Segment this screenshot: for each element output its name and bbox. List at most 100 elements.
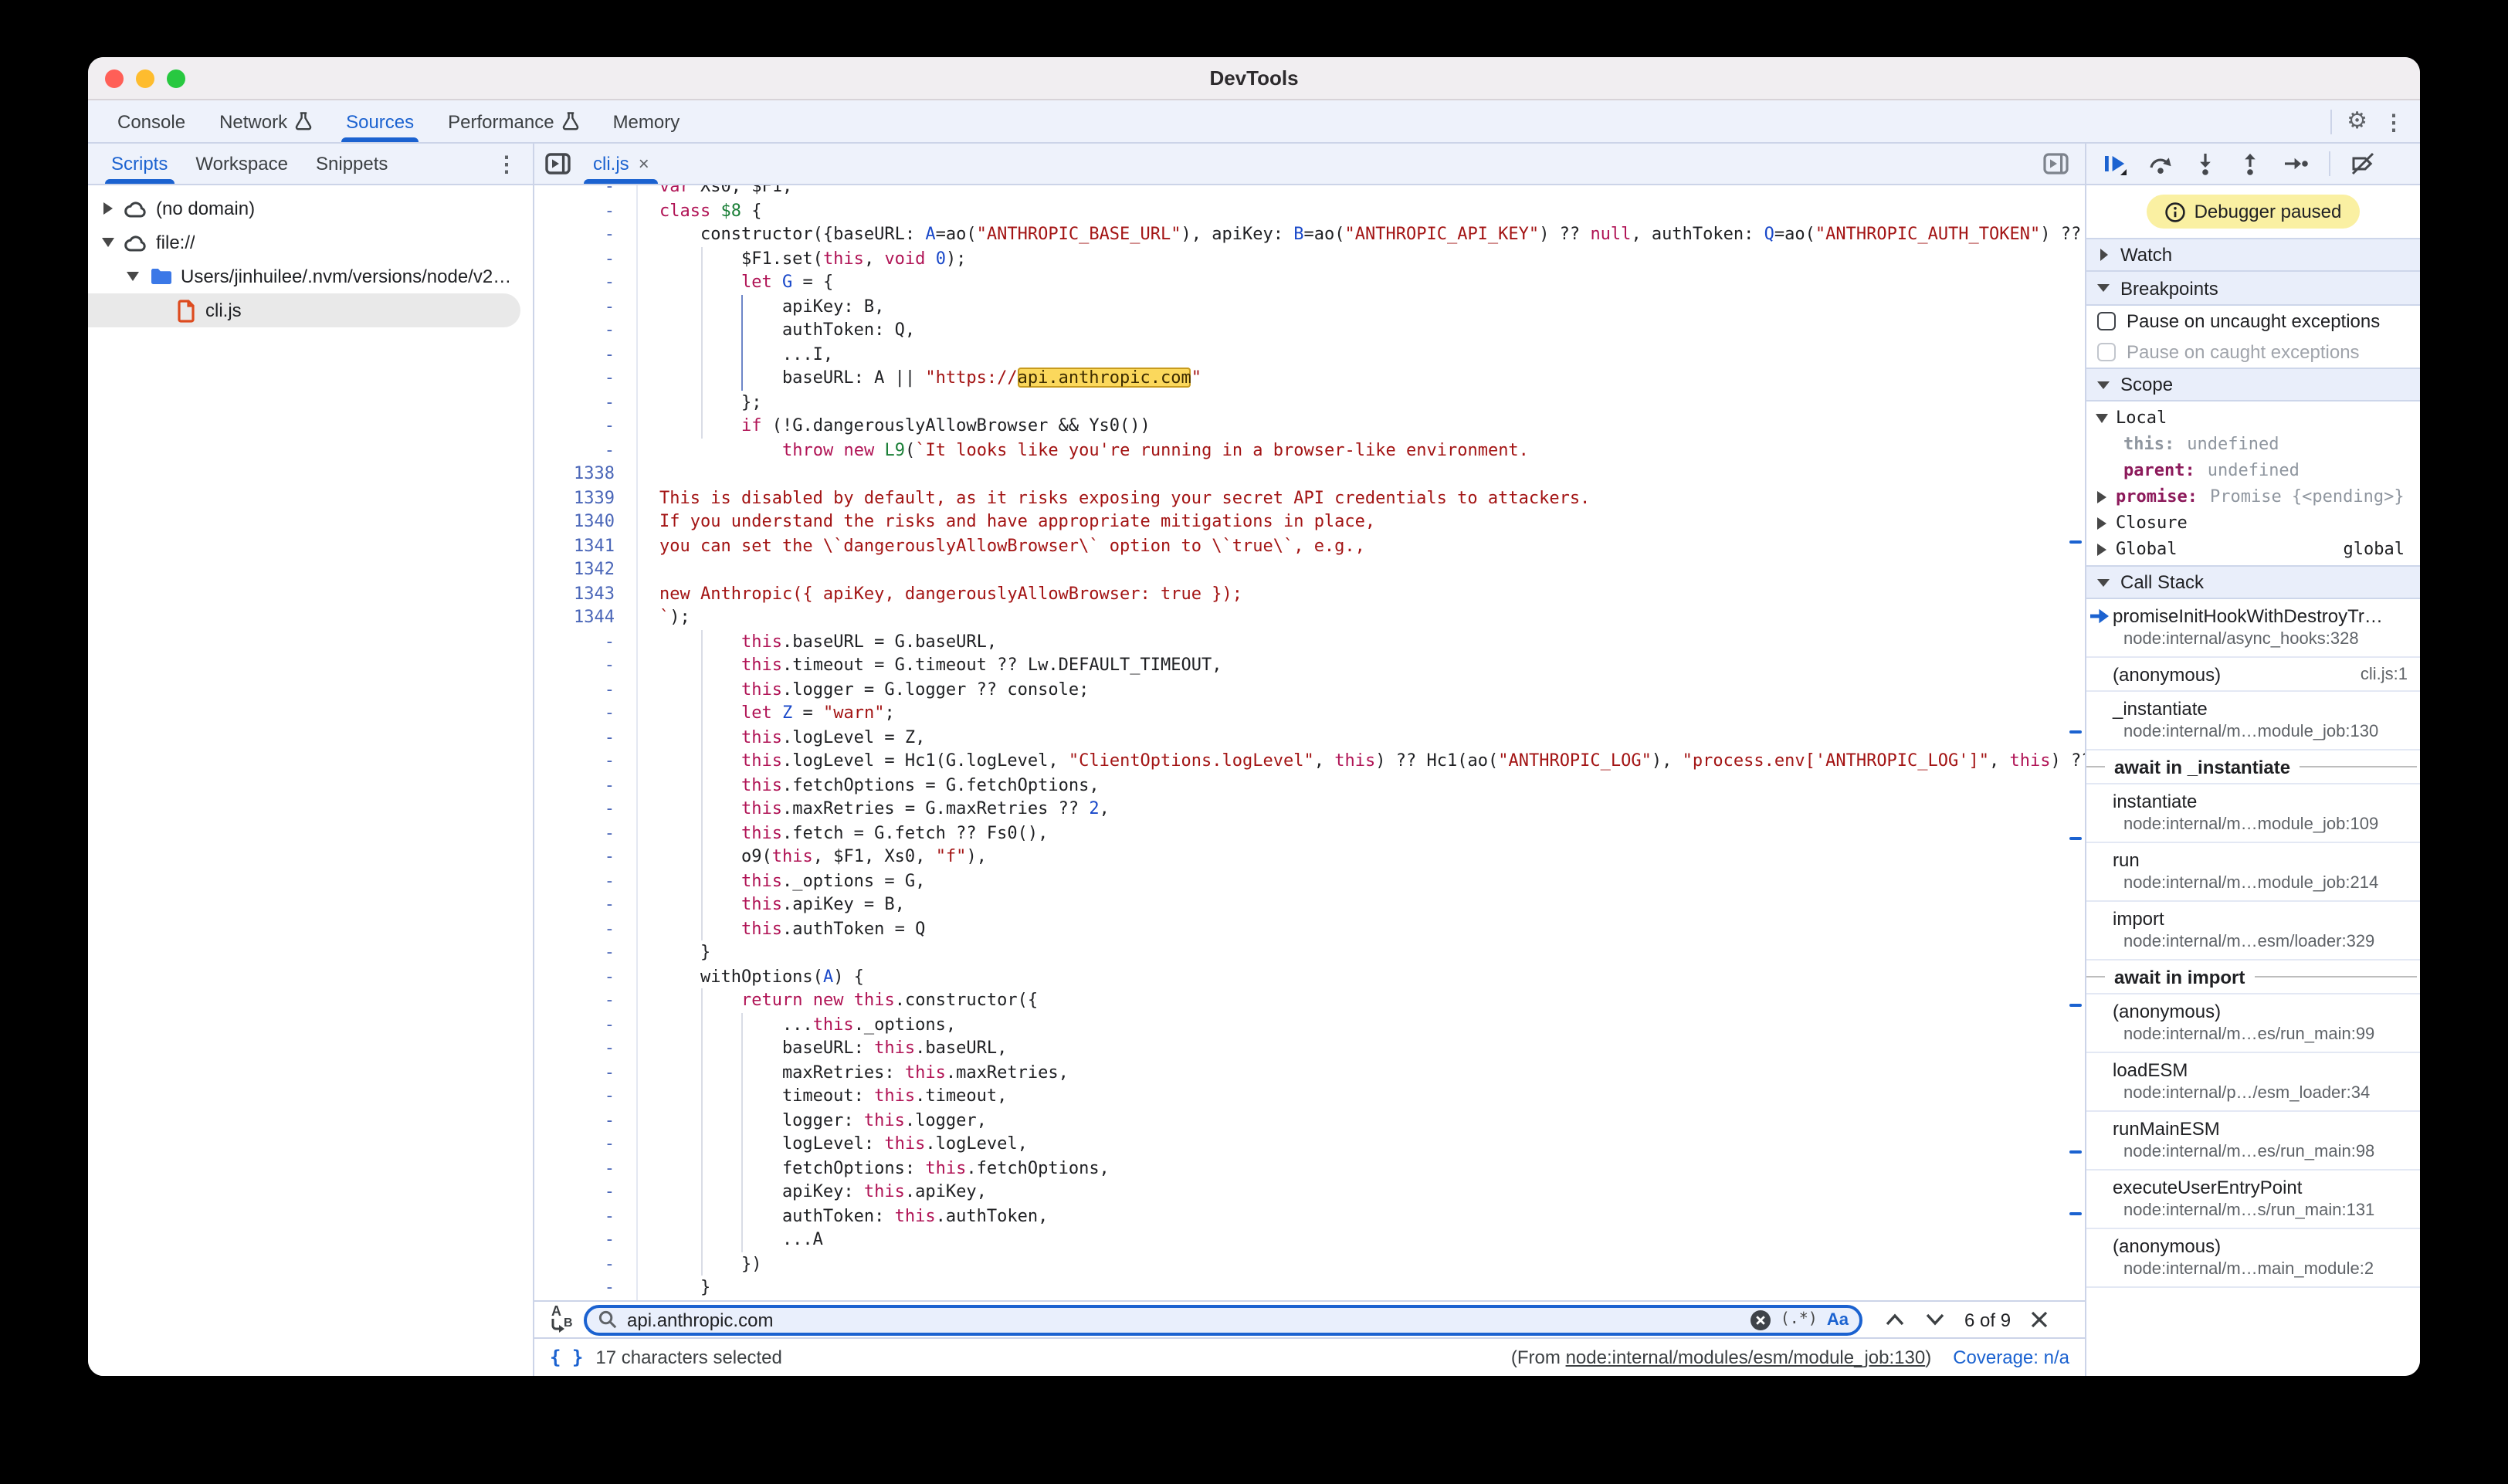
line-number[interactable]: - [534,201,636,221]
code-line[interactable]: - let Z = "warn"; [534,701,2085,725]
code-line[interactable]: - this.apiKey = B, [534,893,2085,916]
step-over-icon[interactable] [2148,151,2173,176]
call-stack-section-header[interactable]: Call Stack [2086,565,2420,599]
line-number[interactable]: 1338 [534,464,636,484]
line-number[interactable]: - [534,416,636,436]
code-line[interactable]: - this._options = G, [534,869,2085,893]
line-number[interactable]: - [534,1086,636,1106]
line-number[interactable]: - [534,679,636,700]
tree-item-users-jinhuilee-nvm-versions-node-v2-[interactable]: Users/jinhuilee/.nvm/versions/node/v2… [88,259,533,293]
line-number[interactable]: 1342 [534,560,636,580]
code-line[interactable]: -var Xs0, $F1; [534,185,2085,198]
code-line[interactable]: - maxRetries: this.maxRetries, [534,1060,2085,1084]
code-line[interactable]: 1339This is disabled by default, as it r… [534,486,2085,510]
step-out-icon[interactable] [2238,151,2262,176]
navigator-tab-scripts[interactable]: Scripts [97,144,181,184]
close-tab-icon[interactable]: × [639,153,649,174]
line-number[interactable]: - [534,656,636,676]
code-line[interactable]: 1338 [534,462,2085,486]
close-find-bar-icon[interactable] [2029,1310,2049,1330]
line-number[interactable]: - [534,1062,636,1083]
line-number[interactable]: - [534,943,636,963]
line-number[interactable]: - [534,368,636,388]
call-stack-frame[interactable]: (anonymous)node:internal/m…main_module:2 [2086,1229,2420,1288]
code-line[interactable]: - }; [534,390,2085,414]
call-stack-frame[interactable]: instantiatenode:internal/m…module_job:10… [2086,784,2420,843]
line-number[interactable]: - [534,225,636,245]
line-number[interactable]: - [534,871,636,891]
line-number[interactable]: - [534,320,636,341]
code-line[interactable]: - apiKey: this.apiKey, [534,1180,2085,1204]
code-line[interactable]: - timeout: this.timeout, [534,1084,2085,1108]
code-line[interactable]: - apiKey: B, [534,294,2085,318]
line-number[interactable]: - [534,703,636,723]
line-number[interactable]: - [534,249,636,269]
line-number[interactable]: - [534,273,636,293]
code-line[interactable]: - } [534,940,2085,964]
code-line[interactable]: 1340If you understand the risks and have… [534,510,2085,534]
call-stack-frame[interactable]: _instantiatenode:internal/m…module_job:1… [2086,692,2420,750]
scope-row[interactable]: Local [2086,405,2420,431]
code-line[interactable]: - throw new L9(`It looks like you're run… [534,438,2085,462]
line-number[interactable]: - [534,799,636,819]
pretty-print-icon[interactable]: { } [550,1347,583,1368]
search-input[interactable] [627,1309,1740,1330]
line-number[interactable]: - [534,1038,636,1059]
code-line[interactable]: 1341you can set the \`dangerouslyAllowBr… [534,534,2085,557]
call-stack-frame[interactable]: (anonymous)node:internal/m…es/run_main:9… [2086,994,2420,1053]
line-number[interactable]: - [534,1254,636,1274]
code-line[interactable]: - this.logger = G.logger ?? console; [534,677,2085,701]
code-line[interactable]: 1344`); [534,605,2085,629]
code-line[interactable]: - if (!G.dangerouslyAllowBrowser && Ys0(… [534,414,2085,438]
code-line[interactable]: 1343new Anthropic({ apiKey, dangerouslyA… [534,581,2085,605]
line-number[interactable]: - [534,632,636,652]
code-line[interactable]: - baseURL: this.baseURL, [534,1036,2085,1060]
more-options-icon[interactable]: ⋮ [2383,110,2405,132]
main-tab-sources[interactable]: Sources [332,100,428,142]
code-line[interactable]: - }) [534,1252,2085,1276]
call-stack-frame[interactable]: promiseInitHookWithDestroyTr…node:intern… [2086,599,2420,658]
code-line[interactable]: - $F1.set(this, void 0); [534,246,2085,270]
tree-item-cli-js[interactable]: cli.js [88,293,520,327]
scope-row[interactable]: parent:undefined [2086,457,2420,483]
deactivate-breakpoints-icon[interactable] [2350,151,2375,176]
line-number[interactable]: - [534,847,636,867]
checkbox[interactable] [2097,312,2116,330]
line-number[interactable]: - [534,1230,636,1250]
line-number[interactable]: - [534,727,636,747]
source-code-area[interactable]: -var Xs0, $F1;-class $8 {- constructor({… [534,185,2085,1300]
call-stack-frame[interactable]: runnode:internal/m…module_job:214 [2086,843,2420,902]
main-tab-performance[interactable]: Performance [434,100,592,142]
line-number[interactable]: - [534,344,636,364]
code-line[interactable]: - constructor({baseURL: A=ao("ANTHROPIC_… [534,222,2085,246]
main-tab-console[interactable]: Console [103,100,199,142]
line-number[interactable]: - [534,1182,636,1202]
code-line[interactable]: - withOptions(A) { [534,964,2085,988]
line-number[interactable]: - [534,1110,636,1130]
line-number[interactable]: - [534,185,636,197]
code-line[interactable]: -class $8 { [534,198,2085,222]
line-number[interactable]: 1341 [534,536,636,556]
call-stack-frame[interactable]: runMainESMnode:internal/m…es/run_main:98 [2086,1112,2420,1171]
code-line[interactable]: - this.timeout = G.timeout ?? Lw.DEFAULT… [534,653,2085,677]
scope-row[interactable]: Globalglobal [2086,536,2420,562]
line-number[interactable]: - [534,1278,636,1298]
line-number[interactable]: - [534,991,636,1011]
breakpoints-section-header[interactable]: Breakpoints [2086,272,2420,306]
line-number[interactable]: 1344 [534,608,636,628]
navigator-tab-workspace[interactable]: Workspace [181,144,302,184]
line-number[interactable]: - [534,823,636,843]
call-stack-frame[interactable]: executeUserEntryPointnode:internal/m…s/r… [2086,1171,2420,1229]
line-number[interactable]: - [534,751,636,771]
code-line[interactable]: - this.logLevel = Hc1(G.logLevel, "Clien… [534,749,2085,773]
line-number[interactable]: - [534,919,636,939]
hide-navigator-icon[interactable] [544,151,571,176]
replace-toggle-icon[interactable]: A B [547,1306,574,1333]
code-line[interactable]: - logLevel: this.logLevel, [534,1132,2085,1156]
regex-toggle[interactable]: (.*) [1781,1311,1818,1328]
match-case-toggle[interactable]: Aa [1827,1310,1849,1329]
code-line[interactable]: - ...A [534,1228,2085,1252]
line-number[interactable]: 1340 [534,512,636,532]
line-number[interactable]: - [534,296,636,317]
tree-item-file-[interactable]: file:// [88,225,533,259]
